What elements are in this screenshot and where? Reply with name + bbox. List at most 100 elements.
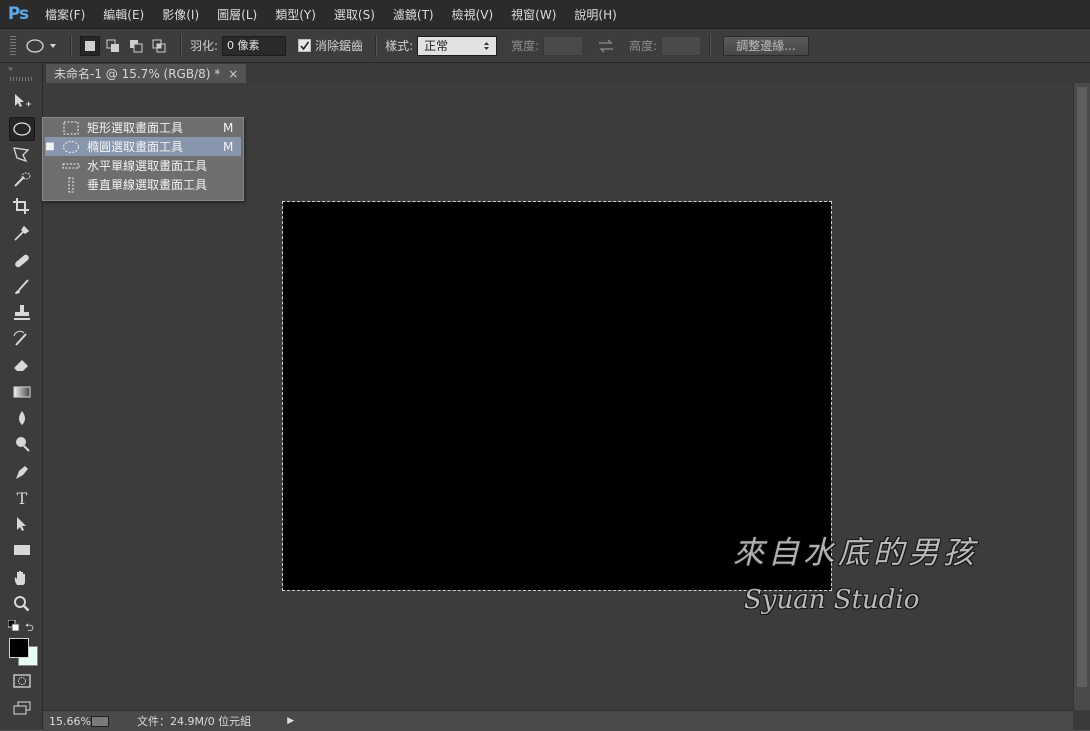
document-tab-title: 未命名-1 @ 15.7% (RGB/8) *	[54, 67, 221, 81]
dodge-icon	[16, 437, 30, 452]
zoom-level[interactable]: 15.66%	[49, 715, 91, 728]
antialias-checkbox[interactable]	[298, 39, 312, 52]
blur-tool[interactable]	[9, 407, 35, 429]
zoom-tool[interactable]	[9, 593, 35, 615]
hand-tool[interactable]	[9, 567, 35, 589]
quick-mask-icon	[13, 674, 31, 688]
dodge-tool[interactable]	[9, 433, 35, 455]
swap-colors-icon[interactable]: ⮌	[25, 619, 34, 638]
type-tool-icon: T	[16, 488, 28, 508]
crop-icon	[13, 198, 29, 214]
new-selection-button[interactable]	[80, 35, 100, 56]
blur-drop-icon	[19, 411, 25, 425]
type-tool[interactable]: T	[9, 487, 35, 509]
add-to-selection-button[interactable]	[103, 36, 123, 56]
tools-panel: » T ⮌	[0, 63, 43, 730]
rectangle-tool[interactable]	[9, 539, 35, 561]
collapse-panel-icon[interactable]: »	[8, 65, 34, 73]
foreground-color-swatch[interactable]	[9, 638, 29, 658]
new-selection-icon	[85, 40, 95, 51]
menu-type[interactable]: 類型(Y)	[266, 6, 325, 23]
menu-select[interactable]: 選取(S)	[325, 6, 384, 23]
intersect-selection-icon	[152, 39, 166, 52]
menu-bar: Ps 檔案(F) 編輯(E) 影像(I) 圖層(L) 類型(Y) 選取(S) 濾…	[0, 0, 1090, 29]
status-indicator-icon	[91, 715, 109, 727]
ellipse-marquee-icon	[26, 38, 56, 53]
rect-marquee-icon	[55, 121, 87, 135]
options-bar: 羽化: 0 像素 消除鋸齒 樣式: 正常 寬度: 高度: 調整邊緣...	[0, 29, 1090, 63]
history-brush-icon	[13, 330, 27, 346]
screen-mode-icon	[13, 701, 31, 715]
flyout-item-rectangular-marquee[interactable]: 矩形選取畫面工具 M	[45, 118, 241, 137]
brush-tool[interactable]	[9, 276, 35, 298]
path-selection-tool[interactable]	[9, 513, 35, 535]
path-selection-icon	[17, 517, 26, 531]
bandage-icon	[15, 254, 29, 268]
flyout-item-label: 垂直單線選取畫面工具	[87, 178, 208, 192]
eyedropper-tool[interactable]	[9, 222, 35, 244]
quick-selection-icon	[14, 172, 31, 187]
gradient-tool[interactable]	[9, 381, 35, 403]
menu-view[interactable]: 檢視(V)	[443, 6, 503, 23]
menu-edit[interactable]: 編輯(E)	[94, 6, 153, 23]
clone-stamp-tool[interactable]	[9, 302, 35, 324]
polygonal-lasso-icon	[13, 147, 30, 163]
screen-mode-button[interactable]	[9, 697, 35, 719]
swap-width-height-icon[interactable]	[597, 39, 615, 53]
eraser-tool[interactable]	[9, 354, 35, 376]
scrollbar-thumb[interactable]	[1077, 87, 1087, 687]
flyout-item-single-column-marquee[interactable]: 垂直單線選取畫面工具	[45, 175, 241, 194]
history-brush-tool[interactable]	[9, 328, 35, 350]
close-icon[interactable]: ×	[228, 67, 238, 81]
document-info: 文件：24.9M/0 位元組	[137, 715, 252, 728]
healing-brush-tool[interactable]	[9, 250, 35, 272]
menu-image[interactable]: 影像(I)	[153, 6, 208, 23]
quick-mask-button[interactable]	[9, 670, 35, 692]
menu-help[interactable]: 說明(H)	[565, 6, 625, 23]
status-bar: 15.66% 文件：24.9M/0 位元組 ▶	[43, 710, 1073, 731]
document-tab[interactable]: 未命名-1 @ 15.7% (RGB/8) * ×	[46, 64, 247, 83]
quick-selection-tool[interactable]	[9, 169, 35, 191]
gradient-icon	[13, 386, 31, 398]
height-input[interactable]	[661, 35, 702, 56]
flyout-item-label: 橢圓選取畫面工具	[87, 140, 184, 154]
options-bar-grip[interactable]	[10, 35, 16, 56]
brush-icon	[15, 279, 29, 294]
intersect-selection-button[interactable]	[149, 36, 169, 56]
status-menu-arrow-icon[interactable]: ▶	[287, 716, 294, 726]
refine-edge-button[interactable]: 調整邊緣...	[723, 35, 809, 56]
selected-marker-icon: ■	[45, 141, 55, 152]
divider	[70, 34, 72, 57]
width-label: 寬度:	[511, 39, 540, 53]
elliptical-marquee-tool[interactable]	[9, 117, 35, 141]
menu-window[interactable]: 視窗(W)	[502, 6, 565, 23]
feather-input[interactable]: 0 像素	[222, 35, 287, 56]
single-column-marquee-icon	[55, 177, 87, 193]
flyout-item-single-row-marquee[interactable]: 水平單線選取畫面工具	[45, 156, 241, 175]
subtract-from-selection-button[interactable]	[126, 36, 146, 56]
move-tool[interactable]	[9, 90, 35, 112]
updown-arrow-icon	[484, 41, 490, 50]
divider	[375, 34, 378, 57]
tools-panel-grip[interactable]	[10, 77, 32, 81]
flyout-item-shortcut: M	[223, 139, 234, 154]
menu-layer[interactable]: 圖層(L)	[208, 6, 266, 23]
vertical-scrollbar[interactable]	[1073, 83, 1090, 710]
divider	[180, 34, 182, 57]
style-select[interactable]: 正常	[417, 35, 498, 56]
pen-tool[interactable]	[9, 461, 35, 483]
style-select-value: 正常	[424, 39, 449, 53]
marquee-tool-flyout: 矩形選取畫面工具 M ■ 橢圓選取畫面工具 M 水平單線選取畫面工具 垂直單線選…	[42, 117, 244, 201]
flyout-item-elliptical-marquee[interactable]: ■ 橢圓選取畫面工具 M	[45, 137, 241, 156]
rectangle-shape-icon	[14, 545, 30, 555]
menu-file[interactable]: 檔案(F)	[36, 6, 94, 23]
menu-filter[interactable]: 濾鏡(T)	[384, 6, 443, 23]
flyout-item-label: 矩形選取畫面工具	[87, 121, 184, 135]
default-colors-icon[interactable]	[7, 619, 20, 634]
crop-tool[interactable]	[9, 195, 35, 217]
lasso-tool[interactable]	[9, 143, 35, 165]
width-input[interactable]	[543, 35, 584, 56]
document-tab-strip: 未命名-1 @ 15.7% (RGB/8) * ×	[43, 63, 1090, 83]
tool-preset-picker[interactable]	[24, 38, 62, 54]
move-tool-icon	[15, 94, 31, 107]
